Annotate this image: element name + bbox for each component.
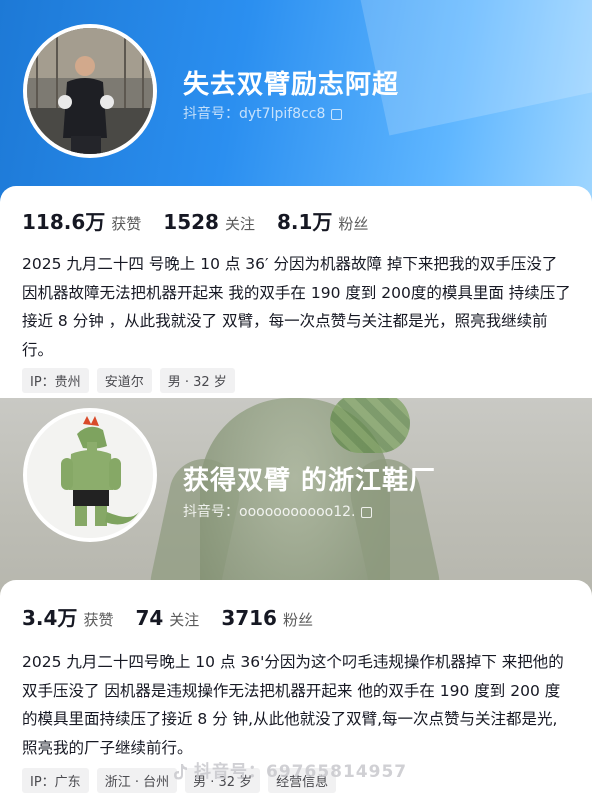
likes-label: 获赞 bbox=[111, 215, 142, 233]
avatar-dinosaur-figure bbox=[27, 412, 153, 538]
profile-bio: 2025 九月二十四号晚上 10 点 36'分因为这个叼毛违规操作机器掉下 来把… bbox=[22, 653, 564, 757]
stats-row: 3.4万 获赞 74 关注 3716 粉丝 bbox=[22, 602, 335, 631]
followers-count[interactable]: 3716 bbox=[221, 606, 277, 630]
douyin-logo-icon bbox=[174, 764, 187, 780]
douyin-watermark: 抖音号：69765814957 bbox=[172, 757, 407, 782]
ip-location-tag: IP：广东 bbox=[22, 768, 89, 793]
profile-name: 失去双臂励志阿超 bbox=[183, 70, 400, 100]
following-count[interactable]: 1528 bbox=[163, 210, 219, 234]
douyin-id-text: 抖音号：ooooooooooo12. bbox=[183, 504, 356, 520]
followers-label[interactable]: 粉丝 bbox=[283, 609, 313, 630]
avatar[interactable] bbox=[23, 24, 157, 158]
copy-icon[interactable] bbox=[331, 108, 343, 120]
avatar-photo-man bbox=[27, 28, 153, 154]
followers-label[interactable]: 粉丝 bbox=[338, 213, 368, 234]
douyin-id[interactable]: 抖音号：ooooooooooo12. bbox=[183, 501, 373, 521]
avatar[interactable] bbox=[23, 408, 157, 542]
likes-count: 118.6万 bbox=[22, 210, 106, 234]
following-count[interactable]: 74 bbox=[135, 606, 163, 630]
profile-tags: IP：贵州 安道尔 男 · 32 岁 bbox=[22, 368, 235, 393]
gender-age-tag: 男 · 32 岁 bbox=[159, 368, 235, 393]
douyin-id[interactable]: 抖音号：dyt7lpif8cc8 bbox=[183, 103, 343, 123]
copy-icon[interactable] bbox=[361, 506, 373, 518]
following-label[interactable]: 关注 bbox=[225, 213, 255, 234]
ip-location-tag: IP：贵州 bbox=[22, 368, 89, 393]
stats-row: 118.6万 获赞 1528 关注 8.1万 粉丝 bbox=[22, 206, 390, 235]
douyin-id-text: 抖音号：dyt7lpif8cc8 bbox=[183, 106, 326, 122]
profile-name: 获得双臂 的浙江鞋厂 bbox=[183, 466, 437, 496]
region-tag: 浙江 · 台州 bbox=[96, 768, 178, 793]
region-tag: 安道尔 bbox=[96, 368, 152, 393]
likes-label: 获赞 bbox=[83, 611, 114, 629]
followers-count[interactable]: 8.1万 bbox=[277, 206, 332, 235]
likes-count: 3.4万 bbox=[22, 606, 78, 630]
profile-bio: 2025 九月二十四 号晚上 10 点 36′ 分因为机器故障 掉下来把我的双手… bbox=[22, 255, 571, 359]
profile-info-panel-1: 118.6万 获赞 1528 关注 8.1万 粉丝 2025 九月二十四 号晚上… bbox=[0, 186, 592, 401]
watermark-text: 抖音号：69765814957 bbox=[194, 762, 408, 782]
following-label[interactable]: 关注 bbox=[169, 609, 199, 630]
